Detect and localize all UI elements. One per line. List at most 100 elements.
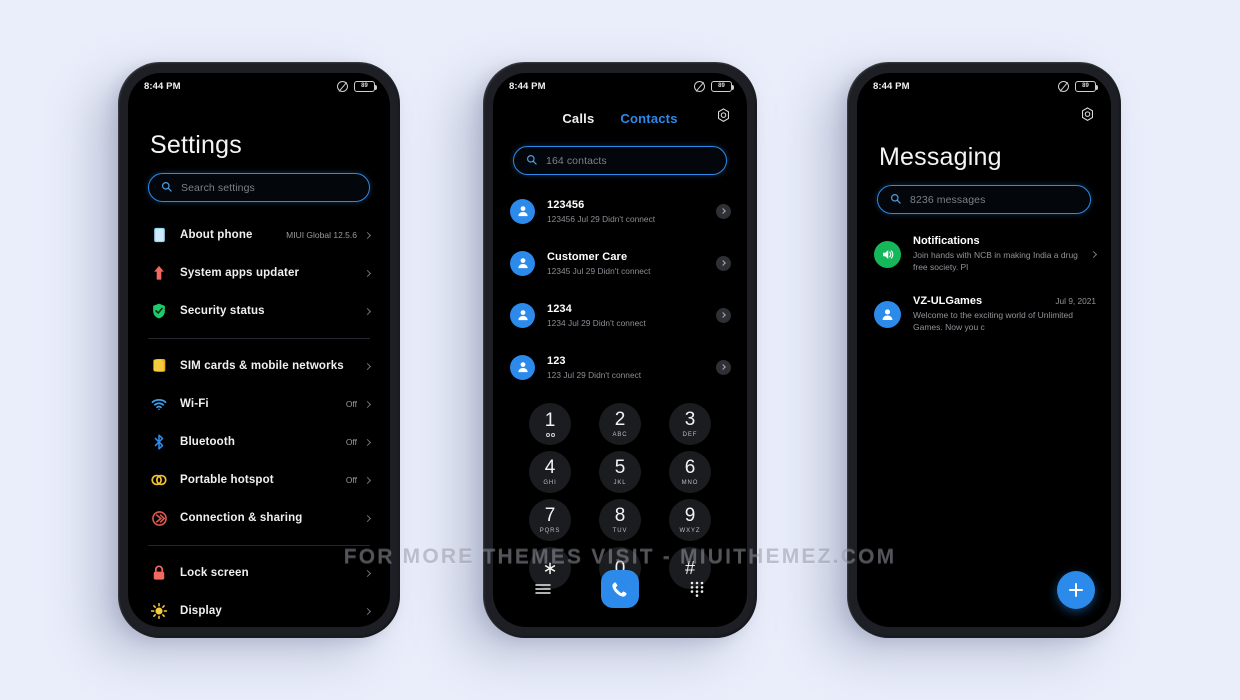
setting-label: Display — [180, 605, 222, 617]
setting-value: Off — [345, 475, 357, 485]
list-item[interactable]: 1234 1234 Jul 29 Didn't connect — [493, 289, 747, 341]
dialer-screen: 8:44 PM 89 Calls Contacts 164 contacts 1… — [493, 73, 747, 627]
sidebar-item-security-status[interactable]: Security status — [128, 292, 390, 330]
setting-value: MIUI Global 12.5.6 — [286, 230, 357, 240]
search-icon — [161, 179, 172, 197]
list-item[interactable]: 123456 123456 Jul 29 Didn't connect — [493, 185, 747, 237]
chevron-right-icon[interactable] — [716, 255, 731, 271]
sim-card-icon — [148, 358, 170, 374]
do-not-disturb-icon — [337, 80, 348, 92]
dialpad-letters: JKL — [613, 480, 627, 486]
gear-icon[interactable] — [1080, 107, 1095, 127]
chevron-right-icon — [363, 569, 372, 577]
dialpad-digit: 2 — [614, 409, 626, 430]
dialpad-key-3[interactable]: 3 DEF — [669, 403, 711, 445]
page-title-settings: Settings — [150, 131, 242, 159]
menu-icon[interactable] — [532, 583, 554, 595]
do-not-disturb-icon — [694, 80, 705, 92]
sidebar-item-display[interactable]: Display — [128, 592, 390, 627]
person-icon — [510, 250, 535, 276]
search-settings-placeholder: Search settings — [181, 181, 255, 194]
dialpad-letters: TUV — [612, 528, 628, 534]
sidebar-item-system-apps-updater[interactable]: System apps updater — [128, 254, 390, 292]
chevron-right-icon[interactable] — [716, 203, 731, 219]
hotspot-icon — [148, 473, 170, 487]
battery-level-text: 89 — [361, 83, 368, 89]
setting-label: Lock screen — [180, 567, 249, 579]
tab-contacts[interactable]: Contacts — [620, 111, 677, 126]
sidebar-item-bluetooth[interactable]: Bluetooth Off — [128, 423, 390, 461]
dialpad-key-7[interactable]: 7 PQRS — [529, 499, 571, 541]
bluetooth-icon — [148, 434, 170, 450]
dialpad-key-8[interactable]: 8 TUV — [599, 499, 641, 541]
sidebar-item-wifi[interactable]: Wi-Fi Off — [128, 385, 390, 423]
status-bar-time: 8:44 PM — [509, 80, 546, 92]
battery-icon: 89 — [354, 80, 377, 92]
message-thread-list: Notifications Join hands with NCB in mak… — [857, 224, 1111, 344]
list-divider — [148, 338, 370, 339]
setting-label: About phone — [180, 229, 253, 241]
chevron-right-icon — [363, 307, 372, 315]
search-settings-input[interactable]: Search settings — [148, 173, 370, 202]
list-item[interactable]: 123 123 Jul 29 Didn't connect — [493, 341, 747, 393]
wifi-icon — [148, 398, 170, 411]
sidebar-item-connection-sharing[interactable]: Connection & sharing — [128, 499, 390, 537]
dialpad-letters: PQRS — [539, 528, 561, 534]
speaker-icon — [874, 240, 901, 268]
sidebar-item-sim-cards[interactable]: SIM cards & mobile networks — [128, 347, 390, 385]
list-item[interactable]: Notifications Join hands with NCB in mak… — [857, 224, 1111, 284]
messaging-settings-button[interactable] — [857, 99, 1111, 127]
list-item[interactable]: Customer Care 12345 Jul 29 Didn't connec… — [493, 237, 747, 289]
status-bar-time: 8:44 PM — [144, 80, 181, 92]
dialpad-digit: 4 — [544, 457, 556, 478]
thread-name: Notifications — [913, 235, 980, 248]
search-contacts-input[interactable]: 164 contacts — [513, 146, 727, 175]
dialpad-key-9[interactable]: 9 WXYZ — [669, 499, 711, 541]
sidebar-item-about-phone[interactable]: About phone MIUI Global 12.5.6 — [128, 216, 390, 254]
lock-screen-icon — [148, 565, 170, 581]
sidebar-item-portable-hotspot[interactable]: Portable hotspot Off — [128, 461, 390, 499]
chevron-right-icon — [363, 362, 372, 370]
setting-label: Security status — [180, 305, 265, 317]
setting-label: Bluetooth — [180, 436, 236, 448]
dialer-tabs: Calls Contacts — [493, 103, 747, 133]
tab-calls[interactable]: Calls — [562, 111, 594, 126]
chevron-right-icon — [363, 438, 372, 446]
dialpad-key-4[interactable]: 4 GHI — [529, 451, 571, 493]
contact-name: 123 — [547, 354, 566, 367]
display-brightness-icon — [148, 603, 170, 619]
settings-list: About phone MIUI Global 12.5.6 System ap… — [128, 216, 390, 627]
list-item[interactable]: VZ-ULGames Jul 9, 2021 Welcome to the ex… — [857, 284, 1111, 344]
dialpad-digit: 8 — [614, 505, 626, 526]
setting-value: Off — [345, 399, 357, 409]
search-icon — [890, 191, 901, 209]
dialpad-key-1[interactable]: 1 — [529, 403, 571, 445]
connection-sharing-icon — [148, 510, 170, 526]
call-icon[interactable] — [600, 570, 639, 608]
dialpad-letters: MNO — [681, 480, 699, 486]
contact-list: 123456 123456 Jul 29 Didn't connect Cust… — [493, 185, 747, 393]
chevron-right-icon[interactable] — [716, 307, 731, 323]
chevron-right-icon — [363, 607, 372, 615]
chevron-right-icon — [363, 514, 372, 522]
dialpad-key-5[interactable]: 5 JKL — [599, 451, 641, 493]
chevron-right-icon[interactable] — [716, 359, 731, 375]
thread-date: Jul 9, 2021 — [1055, 296, 1096, 307]
search-messages-input[interactable]: 8236 messages — [877, 185, 1091, 214]
phone-messaging: 8:44 PM 89 Messaging 8236 messages Notif… — [847, 62, 1121, 638]
person-icon — [510, 198, 535, 224]
dialpad-icon[interactable] — [686, 581, 708, 597]
do-not-disturb-icon — [1058, 80, 1069, 92]
status-bar-messaging: 8:44 PM 89 — [857, 73, 1111, 99]
new-message-fab[interactable] — [1057, 571, 1095, 609]
dialpad-digit: 3 — [684, 409, 696, 430]
sidebar-item-lock-screen[interactable]: Lock screen — [128, 554, 390, 592]
dialpad-key-6[interactable]: 6 MNO — [669, 451, 711, 493]
battery-icon: 89 — [1075, 80, 1098, 92]
gear-icon[interactable] — [716, 108, 731, 128]
security-shield-icon — [148, 303, 170, 319]
contact-subtitle: 12345 Jul 29 Didn't connect — [547, 265, 651, 276]
phone-settings: 8:44 PM 89 Settings Search settings Abou… — [118, 62, 400, 638]
page-title-messaging: Messaging — [879, 143, 1002, 171]
dialpad-key-2[interactable]: 2 ABC — [599, 403, 641, 445]
